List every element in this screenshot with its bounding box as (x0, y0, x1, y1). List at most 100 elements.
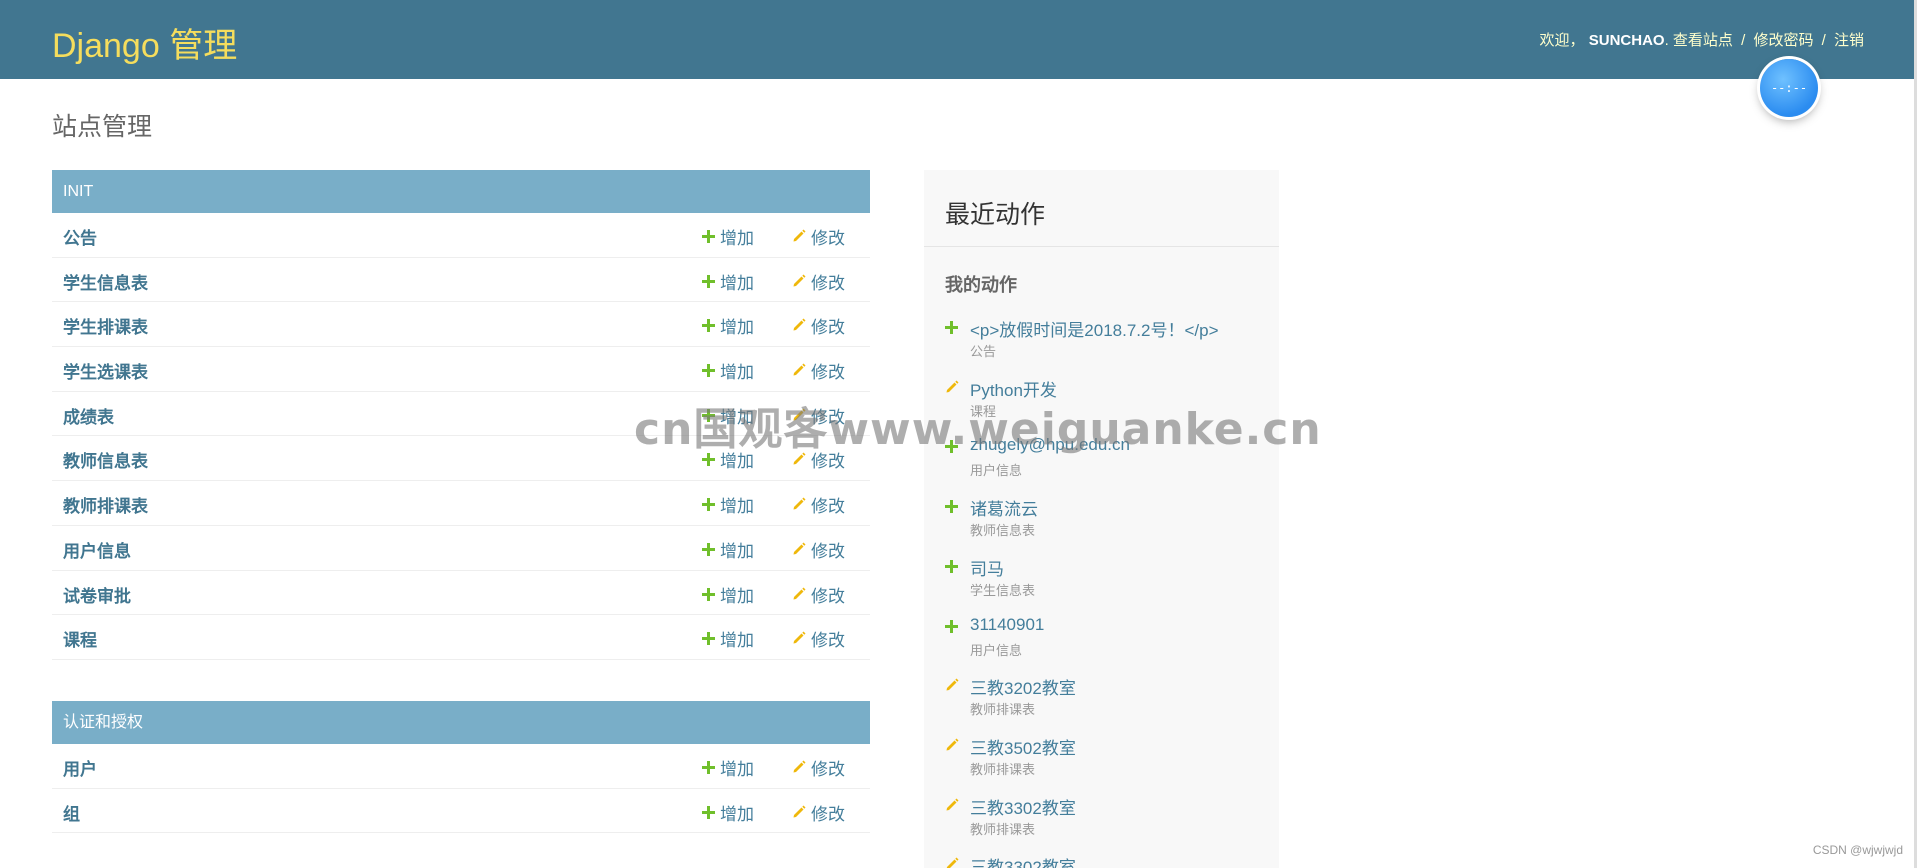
addlink-icon (945, 558, 958, 577)
recent-action-link[interactable]: 三教3502教室 (970, 734, 1076, 759)
page-title: 站点管理 (52, 113, 153, 141)
changelink-icon (945, 737, 959, 756)
add-link[interactable]: 增加 (702, 582, 754, 607)
recent-action-link[interactable]: 三教3202教室 (970, 674, 1076, 699)
add-link[interactable]: 增加 (702, 224, 754, 249)
model-link[interactable]: 用户 (63, 755, 97, 780)
pencil-icon (792, 804, 806, 824)
header: Django 管理 欢迎， SUNCHAO. 查看站点 / 修改密码 / 注销 (0, 0, 1917, 79)
add-label: 增加 (720, 318, 754, 338)
model-link[interactable]: 成绩表 (63, 403, 114, 428)
change-link[interactable]: 修改 (792, 537, 845, 562)
recent-action-type: 教师排课表 (970, 761, 1036, 777)
pencil-icon (792, 759, 806, 779)
add-icon (702, 362, 715, 382)
model-row: 公告 增加 修改 (52, 213, 870, 258)
model-row: 试卷审批 增加 修改 (52, 571, 870, 616)
change-label: 修改 (811, 804, 845, 824)
logout-link[interactable]: 注销 (1834, 32, 1864, 49)
model-link[interactable]: 课程 (63, 626, 97, 651)
username-suffix: . (1664, 32, 1669, 49)
model-link[interactable]: 用户信息 (63, 537, 131, 562)
recent-action-link[interactable]: 诸葛流云 (970, 495, 1038, 520)
change-link[interactable]: 修改 (792, 313, 845, 338)
add-icon (702, 759, 715, 779)
model-link[interactable]: 组 (63, 800, 80, 825)
site-brand[interactable]: Django 管理 (52, 18, 237, 67)
model-row: 教师排课表 增加 修改 (52, 481, 870, 526)
changelink-icon (945, 856, 959, 868)
recent-action-link[interactable]: 31140901 (970, 615, 1044, 635)
recent-action-link[interactable]: <p>放假时间是2018.7.2号！</p> (970, 316, 1219, 341)
view-site-link[interactable]: 查看站点 (1673, 32, 1733, 49)
add-label: 增加 (720, 541, 754, 561)
recent-action-link[interactable]: 三教3302教室 (970, 853, 1076, 868)
add-label: 增加 (720, 497, 754, 517)
module-caption[interactable]: 认证和授权 (52, 701, 870, 744)
change-label: 修改 (811, 273, 845, 293)
model-link[interactable]: 教师排课表 (63, 492, 148, 517)
add-link[interactable]: 增加 (702, 800, 754, 825)
model-link[interactable]: 试卷审批 (63, 582, 131, 607)
model-row: 学生信息表 增加 修改 (52, 258, 870, 303)
model-row: 用户 增加 修改 (52, 744, 870, 789)
change-link[interactable]: 修改 (792, 269, 845, 294)
add-link[interactable]: 增加 (702, 492, 754, 517)
add-link[interactable]: 增加 (702, 537, 754, 562)
change-label: 修改 (811, 318, 845, 338)
recent-action-type: 公告 (970, 344, 997, 359)
change-label: 修改 (811, 631, 845, 651)
add-link[interactable]: 增加 (702, 755, 754, 780)
model-link[interactable]: 学生排课表 (63, 313, 148, 338)
add-link[interactable]: 增加 (702, 358, 754, 383)
recent-actions-panel: 最近动作 我的动作 <p>放假时间是2018.7.2号！</p> 公告 Python… (924, 170, 1279, 868)
recent-action-type: 教师排课表 (970, 702, 1036, 718)
recent-action-type: 用户信息 (970, 463, 1023, 479)
change-password-link[interactable]: 修改密码 (1753, 32, 1813, 49)
change-label: 修改 (811, 586, 845, 606)
add-icon (702, 228, 715, 248)
pencil-icon (792, 228, 806, 248)
recent-actions-title: 最近动作 (945, 201, 1046, 229)
change-link[interactable]: 修改 (792, 800, 845, 825)
change-link[interactable]: 修改 (792, 582, 845, 607)
add-link[interactable]: 增加 (702, 269, 754, 294)
change-link[interactable]: 修改 (792, 755, 845, 780)
model-link[interactable]: 学生选课表 (63, 358, 148, 383)
add-label: 增加 (720, 631, 754, 651)
add-label: 增加 (720, 229, 754, 248)
change-link[interactable]: 修改 (792, 358, 845, 383)
change-link[interactable]: 修改 (792, 224, 845, 249)
addlink-icon (945, 618, 958, 637)
change-label: 修改 (811, 497, 845, 517)
pencil-icon (792, 496, 806, 516)
change-link[interactable]: 修改 (792, 492, 845, 517)
change-link[interactable]: 修改 (792, 626, 845, 651)
pencil-icon (792, 362, 806, 382)
add-link[interactable]: 增加 (702, 313, 754, 338)
add-icon (702, 804, 715, 824)
model-link[interactable]: 公告 (63, 224, 97, 249)
add-icon (702, 630, 715, 650)
recent-action-type: 用户信息 (970, 642, 1023, 658)
recent-action-link[interactable]: 司马 (970, 555, 1004, 580)
module-caption[interactable]: INIT (52, 170, 870, 213)
divider (924, 246, 1279, 247)
addlink-icon (945, 498, 958, 517)
add-icon (702, 317, 715, 337)
pencil-icon (792, 630, 806, 650)
recent-action-type: 教师信息表 (970, 523, 1036, 539)
floating-widget-button[interactable]: --:-- (1760, 59, 1818, 117)
model-link[interactable]: 学生信息表 (63, 269, 148, 294)
add-icon (702, 541, 715, 561)
add-label: 增加 (720, 586, 754, 606)
addlink-icon (945, 319, 958, 338)
user-tools: 欢迎， SUNCHAO. 查看站点 / 修改密码 / 注销 (1540, 29, 1864, 50)
module-auth: 认证和授权 用户 增加 修改组增加 修改 (52, 701, 870, 834)
add-label: 增加 (720, 760, 754, 779)
recent-action-link[interactable]: 三教3302教室 (970, 794, 1076, 819)
add-icon (702, 586, 715, 606)
add-link[interactable]: 增加 (702, 626, 754, 651)
model-link[interactable]: 教师信息表 (63, 447, 148, 472)
footer-credit: CSDN @wjwjwjd (1812, 843, 1903, 857)
